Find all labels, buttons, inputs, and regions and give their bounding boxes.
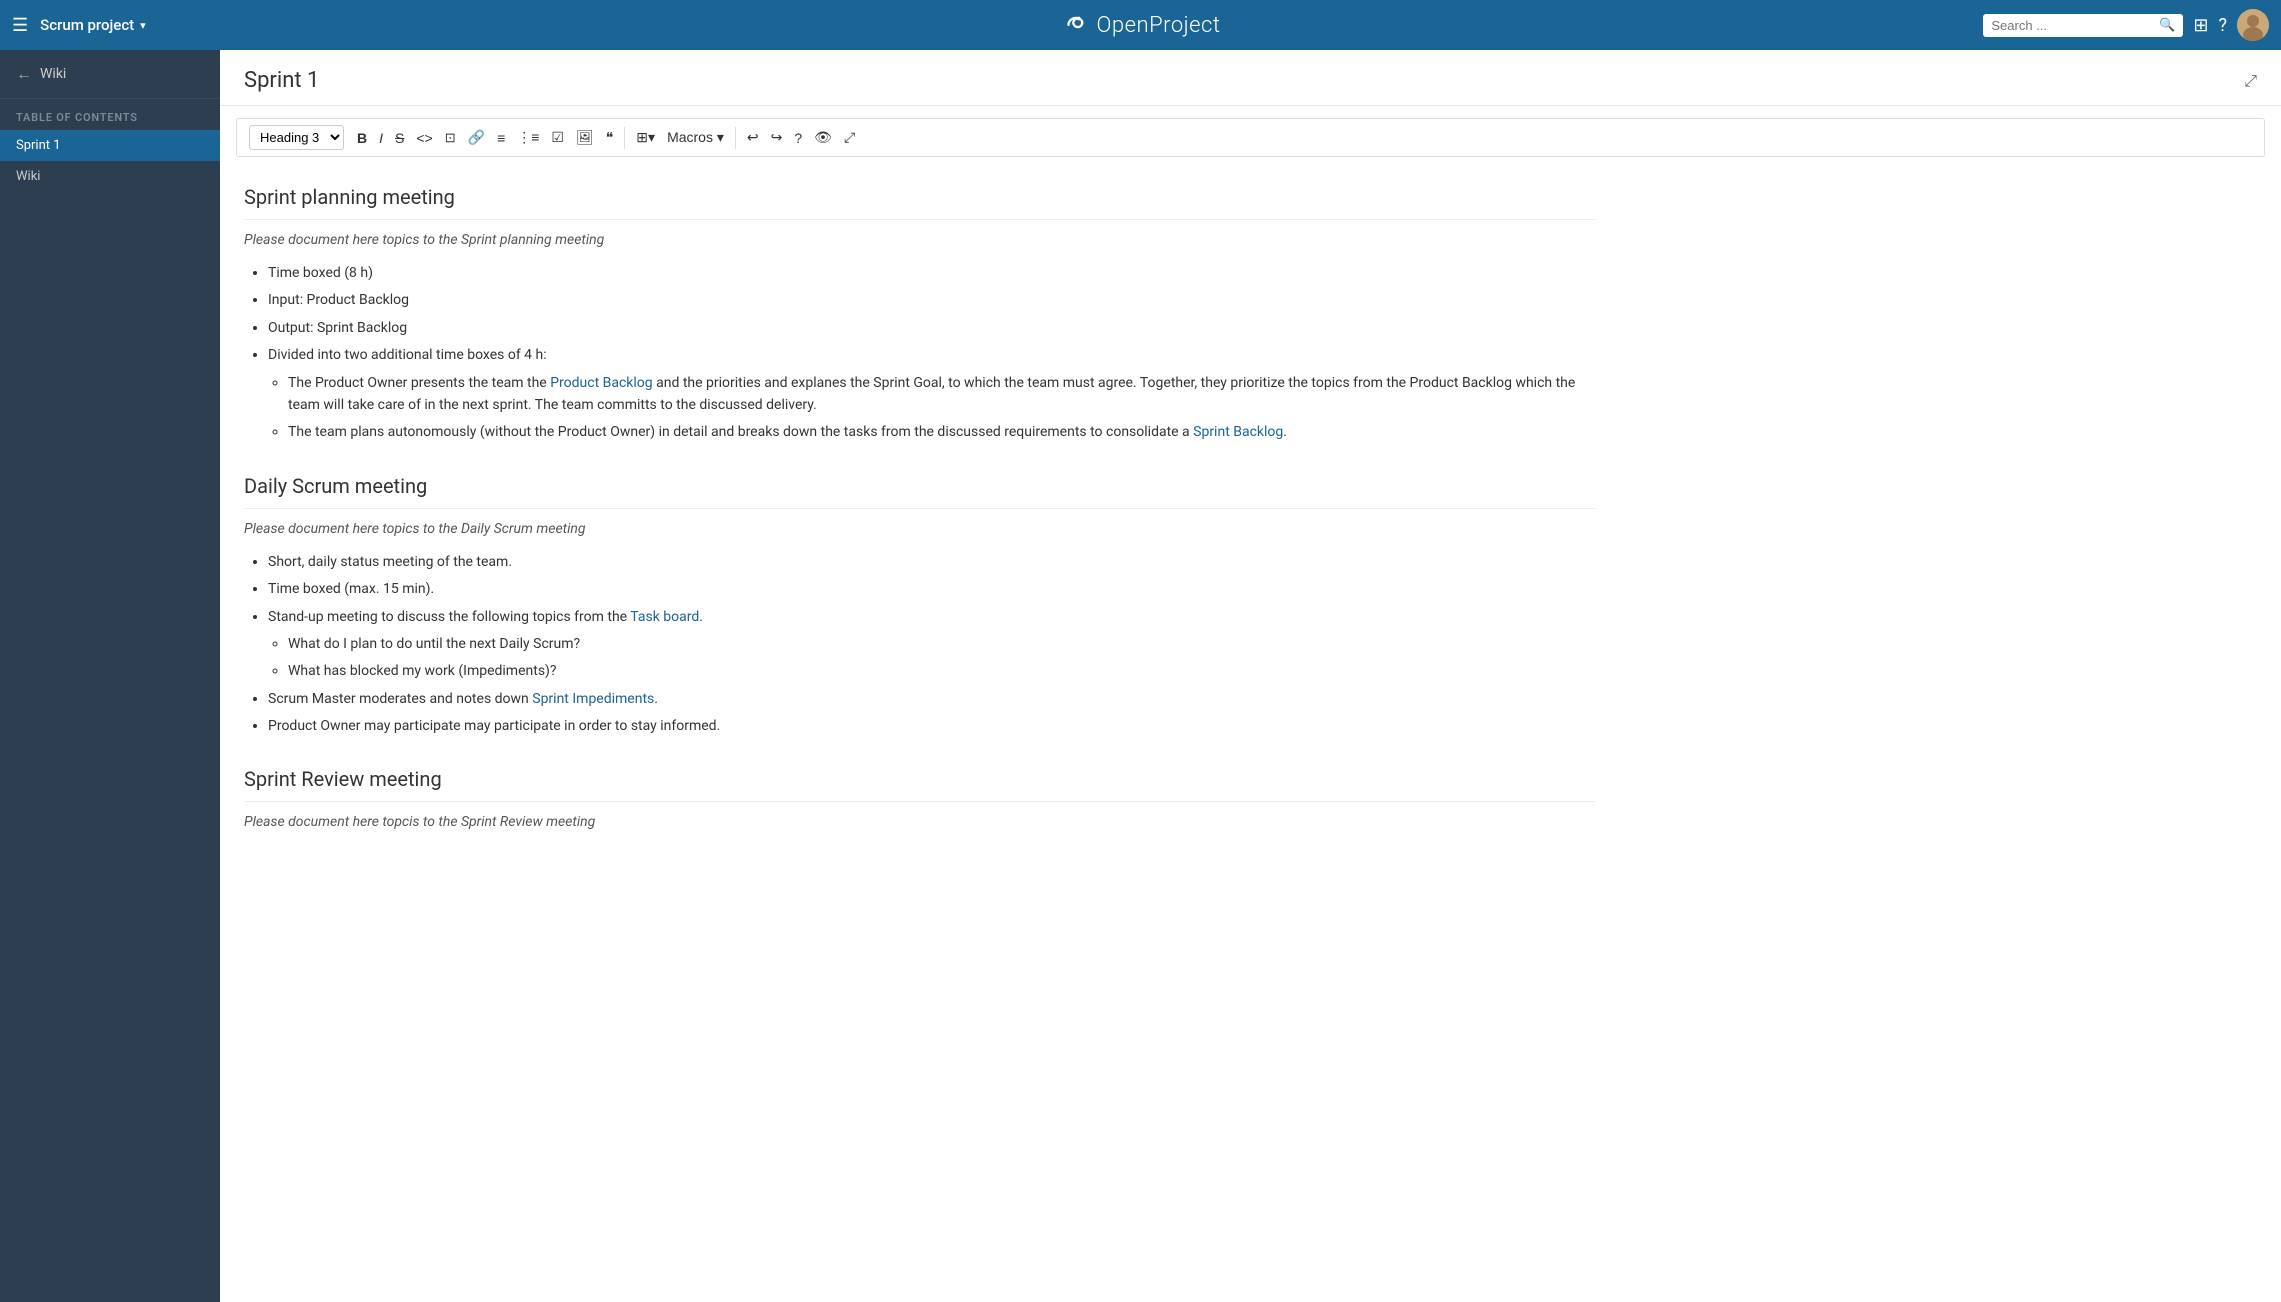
- list-item: The team plans autonomously (without the…: [288, 421, 1596, 443]
- list-item: Product Owner may participate may partic…: [268, 715, 1596, 737]
- sidebar-item-wiki-label: Wiki: [16, 169, 40, 184]
- main-layout: ← Wiki TABLE OF CONTENTS Sprint 1 Wiki S…: [0, 50, 2281, 1302]
- section-intro-sprint-planning: Please document here topics to the Sprin…: [244, 232, 1596, 248]
- redo-button[interactable]: ↪: [766, 125, 788, 150]
- code-block-button[interactable]: ⊡: [440, 126, 461, 150]
- image-button[interactable]: 🖼: [571, 125, 599, 150]
- main-content: Sprint 1 ⤢ Heading 3 Heading 1 Heading 2…: [220, 50, 2281, 1302]
- fullscreen-button[interactable]: ⤢: [839, 125, 860, 150]
- list-item: What do I plan to do until the next Dail…: [288, 633, 1596, 655]
- sidebar-item-sprint1[interactable]: Sprint 1: [0, 130, 220, 161]
- help-icon[interactable]: ?: [2218, 15, 2227, 36]
- logo-svg-icon: [1061, 11, 1089, 39]
- toc-label: TABLE OF CONTENTS: [0, 99, 220, 130]
- italic-button[interactable]: I: [374, 126, 388, 150]
- heading-select[interactable]: Heading 3 Heading 1 Heading 2 Paragraph: [249, 125, 344, 150]
- search-icon: 🔍: [2159, 18, 2175, 33]
- bullet-list-button[interactable]: ≡: [492, 126, 510, 150]
- preview-button[interactable]: 👁: [809, 125, 837, 150]
- back-arrow-icon: ←: [16, 64, 32, 84]
- list-item: Scrum Master moderates and notes down Sp…: [268, 688, 1596, 710]
- daily-scrum-list: Short, daily status meeting of the team.…: [244, 551, 1596, 738]
- list-item: Time boxed (max. 15 min).: [268, 578, 1596, 600]
- ordered-list-button[interactable]: ⋮≡: [512, 125, 544, 150]
- quote-button[interactable]: ❝: [601, 125, 619, 150]
- expand-icon[interactable]: ⤢: [2244, 71, 2257, 91]
- sidebar-back-label: Wiki: [40, 66, 66, 82]
- sprint-planning-list: Time boxed (8 h) Input: Product Backlog …: [244, 262, 1596, 444]
- top-navigation: ☰ Scrum project ▾ OpenProject 🔍 ⊞ ?: [0, 0, 2281, 50]
- sprint-planning-sublist: The Product Owner presents the team the …: [268, 372, 1596, 444]
- section-intro-sprint-review: Please document here topcis to the Sprin…: [244, 814, 1596, 830]
- list-item: Input: Product Backlog: [268, 289, 1596, 311]
- sprint-backlog-link[interactable]: Sprint Backlog: [1193, 424, 1283, 440]
- section-title-sprint-planning: Sprint planning meeting: [244, 169, 1596, 220]
- list-item: Short, daily status meeting of the team.: [268, 551, 1596, 573]
- table-button[interactable]: ⊞▾: [631, 125, 660, 150]
- list-item: The Product Owner presents the team the …: [288, 372, 1596, 417]
- undo-button[interactable]: ↩: [742, 125, 764, 150]
- task-board-link[interactable]: Task board: [630, 609, 699, 625]
- section-intro-daily-scrum: Please document here topics to the Daily…: [244, 521, 1596, 537]
- list-item: Time boxed (8 h): [268, 262, 1596, 284]
- macros-button[interactable]: Macros ▾: [662, 125, 729, 150]
- help-toolbar-button[interactable]: ?: [789, 126, 807, 150]
- section-title-sprint-review: Sprint Review meeting: [244, 751, 1596, 802]
- page-title: Sprint 1: [244, 68, 319, 93]
- product-backlog-link[interactable]: Product Backlog: [550, 375, 652, 391]
- list-item: Output: Sprint Backlog: [268, 317, 1596, 339]
- daily-scrum-sublist: What do I plan to do until the next Dail…: [268, 633, 1596, 683]
- sprint-impediments-link[interactable]: Sprint Impediments: [532, 691, 654, 707]
- link-button[interactable]: 🔗: [463, 125, 490, 150]
- toolbar-separator-1: [624, 127, 625, 149]
- avatar[interactable]: [2237, 9, 2269, 41]
- app-logo: OpenProject: [1061, 11, 1221, 39]
- project-name-label: Scrum project: [40, 16, 134, 34]
- menu-hamburger-icon[interactable]: ☰: [12, 15, 28, 36]
- top-right-actions: 🔍 ⊞ ?: [1983, 9, 2269, 41]
- toolbar-separator-2: [735, 127, 736, 149]
- sidebar-item-wiki[interactable]: Wiki: [0, 161, 220, 192]
- list-item: Divided into two additional time boxes o…: [268, 344, 1596, 444]
- task-list-button[interactable]: ☑: [546, 125, 569, 150]
- sidebar: ← Wiki TABLE OF CONTENTS Sprint 1 Wiki: [0, 50, 220, 1302]
- bold-button[interactable]: B: [352, 126, 372, 150]
- search-input[interactable]: [1991, 18, 2153, 33]
- strikethrough-button[interactable]: S: [390, 126, 409, 150]
- sidebar-item-sprint1-label: Sprint 1: [16, 138, 61, 153]
- app-name-label: OpenProject: [1097, 13, 1221, 38]
- editor-toolbar: Heading 3 Heading 1 Heading 2 Paragraph …: [236, 118, 2265, 157]
- grid-icon[interactable]: ⊞: [2193, 15, 2208, 36]
- section-title-daily-scrum: Daily Scrum meeting: [244, 458, 1596, 509]
- sidebar-back-link[interactable]: ← Wiki: [0, 50, 220, 99]
- project-name[interactable]: Scrum project ▾: [40, 16, 146, 34]
- list-item: Stand-up meeting to discuss the followin…: [268, 606, 1596, 683]
- wiki-body: Sprint planning meeting Please document …: [220, 169, 1620, 884]
- project-caret-icon: ▾: [140, 19, 146, 32]
- search-box[interactable]: 🔍: [1983, 14, 2183, 37]
- list-item: What has blocked my work (Impediments)?: [288, 660, 1596, 682]
- page-header: Sprint 1 ⤢: [220, 50, 2281, 106]
- code-inline-button[interactable]: <>: [411, 126, 437, 150]
